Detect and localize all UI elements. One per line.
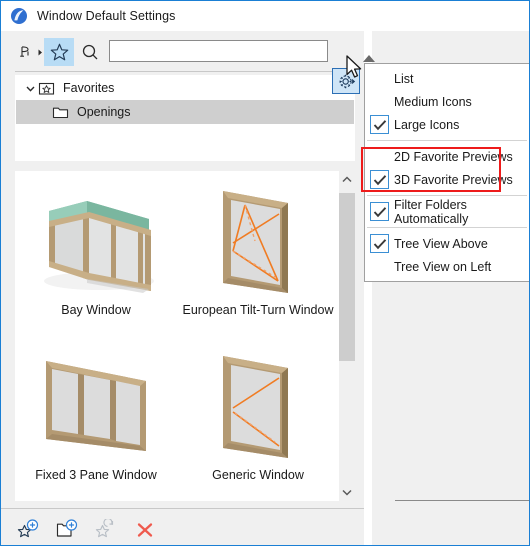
bottom-separator — [1, 508, 364, 509]
menu-item-label: Tree View on Left — [394, 259, 492, 274]
tool-selector-button[interactable] — [17, 41, 45, 63]
menu-item-label: Tree View Above — [394, 236, 488, 251]
favorites-action-toolbar — [15, 514, 355, 545]
menu-item-label: 2D Favorite Previews — [394, 149, 513, 164]
thumbnail-label: Generic Window — [212, 468, 304, 482]
tree-item-favorites[interactable]: Favorites — [16, 76, 354, 100]
menu-item-label: Medium Icons — [394, 94, 472, 109]
redefine-favorite-button[interactable] — [93, 518, 119, 542]
menu-item-tree-view-on-left[interactable]: Tree View on Left — [365, 255, 529, 278]
right-divider-line — [395, 500, 529, 501]
favorites-tree-view[interactable]: Favorites Openings — [15, 75, 355, 161]
search-button[interactable] — [75, 38, 105, 66]
thumbnail-item[interactable]: European Tilt-Turn Window — [177, 171, 339, 336]
menu-item-tree-view-above[interactable]: Tree View Above — [365, 232, 529, 255]
new-favorite-button[interactable] — [15, 518, 41, 542]
preview-scrollbar[interactable] — [339, 171, 355, 501]
menu-item-label: List — [394, 71, 414, 86]
scrollbar-thumb[interactable] — [339, 193, 355, 361]
menu-separator — [367, 195, 527, 196]
menu-item-2d-favorite-previews[interactable]: 2D Favorite Previews — [365, 145, 529, 168]
favorites-folder-icon — [38, 80, 56, 96]
magnifier-search-icon — [82, 44, 98, 60]
thumbnail-item[interactable]: Fixed 3 Pane Window — [15, 336, 177, 501]
thumbnail-item[interactable]: Bay Window — [15, 171, 177, 336]
folder-icon — [52, 104, 70, 120]
menu-item-large-icons[interactable]: Large Icons — [365, 113, 529, 136]
menu-item-medium-icons[interactable]: Medium Icons — [365, 90, 529, 113]
delete-favorite-button[interactable] — [132, 518, 158, 542]
menu-item-label: 3D Favorite Previews — [394, 172, 513, 187]
thumbnail-label: Fixed 3 Pane Window — [35, 468, 157, 482]
checkmark-icon — [370, 234, 389, 253]
dialog-client-area: Favorites Openings Bay Window European T… — [1, 31, 529, 545]
new-folder-button[interactable] — [54, 518, 80, 542]
chevron-down-icon[interactable] — [22, 80, 38, 96]
favorites-toolbar — [1, 31, 364, 72]
thumbnail-item[interactable]: Generic Window — [177, 336, 339, 501]
menu-separator — [367, 140, 527, 141]
star-refresh-icon — [95, 519, 114, 538]
view-options-menu[interactable]: List Medium Icons Large Icons 2D Favorit… — [364, 63, 529, 282]
chevron-right-icon — [38, 49, 42, 55]
menu-separator — [367, 227, 527, 228]
chevron-down-icon[interactable] — [339, 484, 355, 501]
chevron-up-icon[interactable] — [339, 171, 355, 188]
bay-window-3d — [21, 181, 171, 299]
view-options-gear-button[interactable] — [332, 68, 360, 94]
favorites-toggle-button[interactable] — [44, 38, 74, 66]
red-x-icon — [137, 523, 153, 537]
star-favorites-icon — [50, 43, 68, 60]
tilt-turn-window-3d — [183, 181, 333, 299]
window-title: Window Default Settings — [37, 9, 176, 23]
gear-settings-icon — [339, 74, 355, 88]
menu-item-filter-folders-automatically[interactable]: Filter Folders Automatically — [365, 197, 529, 226]
tree-item-label: Favorites — [63, 81, 115, 95]
star-plus-icon — [17, 519, 39, 538]
thumbnail-label: European Tilt-Turn Window — [182, 303, 334, 317]
fixed-3-pane-window-3d — [21, 346, 171, 464]
checkmark-icon — [370, 115, 389, 134]
menu-tail-marker — [363, 55, 375, 62]
menu-item-3d-favorite-previews[interactable]: 3D Favorite Previews — [365, 168, 529, 191]
window-default-settings-dialog: Window Default Settings Favorites Openin… — [0, 0, 530, 546]
menu-item-label: Filter Folders Automatically — [394, 197, 469, 226]
archicad-logo-icon — [10, 7, 28, 25]
search-input[interactable] — [109, 40, 328, 62]
thumbnail-label: Bay Window — [61, 303, 131, 317]
left-panel: Favorites Openings Bay Window European T… — [1, 31, 364, 545]
favorites-preview-panel: Bay Window European Tilt-Turn Window Fix… — [15, 171, 355, 501]
generic-window-3d — [183, 346, 333, 464]
title-bar: Window Default Settings — [1, 1, 529, 31]
tree-item-openings[interactable]: Openings — [16, 100, 354, 124]
toolbar-separator — [15, 71, 355, 72]
checkmark-icon — [370, 170, 389, 189]
menu-item-label: Large Icons — [394, 117, 460, 132]
favorites-thumbnail-grid: Bay Window European Tilt-Turn Window Fix… — [15, 171, 339, 501]
menu-item-list[interactable]: List — [365, 67, 529, 90]
tree-item-label: Openings — [77, 105, 131, 119]
checkmark-icon — [370, 202, 389, 221]
chair-tool-icon — [20, 46, 29, 57]
folder-plus-icon — [56, 519, 78, 537]
